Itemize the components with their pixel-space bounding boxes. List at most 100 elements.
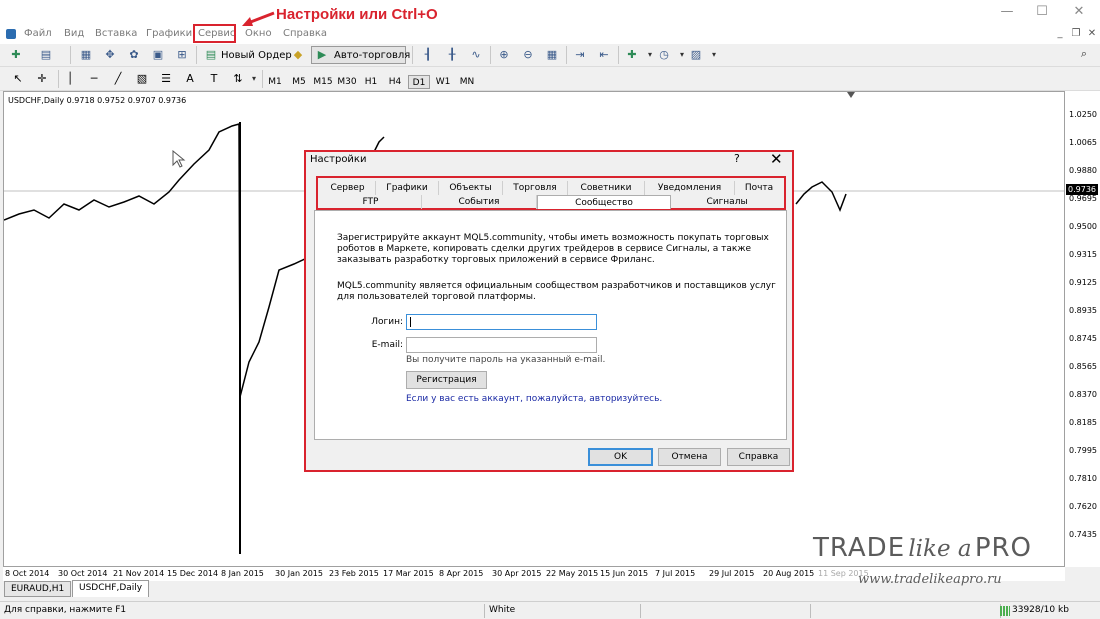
- bar-chart-icon[interactable]: ┨: [420, 47, 436, 63]
- price-tick: 0.7620: [1069, 502, 1097, 511]
- tab-euraud-h1[interactable]: EURAUD,H1: [4, 581, 72, 597]
- community-tab-panel: Зарегистрируйте аккаунт MQL5.community, …: [314, 210, 787, 440]
- mdi-minimize-button[interactable]: _: [1053, 28, 1067, 40]
- search-icon[interactable]: ⌕: [1076, 46, 1092, 62]
- settings-dialog: Настройки ? ✕ Сервер Графики Объекты Тор…: [304, 150, 794, 472]
- arrows-tool-icon[interactable]: ⇅: [230, 71, 246, 87]
- timeframe-m1[interactable]: M1: [264, 75, 286, 89]
- line-chart-icon[interactable]: ∿: [468, 47, 484, 63]
- price-tick: 0.9500: [1069, 222, 1097, 231]
- menu-bar: Файл Вид Вставка Графики Сервис Окно Спр…: [0, 0, 1100, 44]
- menu-window[interactable]: Окно: [245, 28, 272, 39]
- tab-charts[interactable]: Графики: [376, 181, 439, 195]
- annotation-arrow-icon: [242, 11, 275, 26]
- auto-trading-button[interactable]: ▶ Авто-торговля: [311, 46, 410, 64]
- timeframe-h1[interactable]: H1: [360, 75, 382, 89]
- vertical-line-icon[interactable]: │: [62, 71, 78, 87]
- email-hint: Вы получите пароль на указанный e-mail.: [406, 355, 606, 365]
- date-tick: 22 May 2015: [546, 569, 599, 578]
- zoom-out-icon[interactable]: ⊖: [520, 47, 536, 63]
- auto-trading-label: Авто-торговля: [334, 50, 411, 61]
- menu-insert[interactable]: Вставка: [95, 28, 137, 39]
- cancel-button[interactable]: Отмена: [658, 448, 721, 466]
- tab-signals[interactable]: Сигналы: [671, 195, 783, 209]
- drawing-toolbar: ↖ ✛ │ ─ ╱ ▧ ☰ A T ⇅ ▾: [0, 67, 1100, 91]
- cursor-icon[interactable]: ↖: [10, 71, 26, 87]
- trendline-icon[interactable]: ╱: [110, 71, 126, 87]
- timeframe-w1[interactable]: W1: [432, 75, 454, 89]
- date-tick: 15 Jun 2015: [600, 569, 649, 578]
- timeframe-m5[interactable]: M5: [288, 75, 310, 89]
- price-tick: 0.8935: [1069, 306, 1097, 315]
- auto-scroll-icon[interactable]: ⇥: [572, 47, 588, 63]
- data-window-icon[interactable]: ✥: [102, 47, 118, 63]
- fibonacci-icon[interactable]: ☰: [158, 71, 174, 87]
- periods-icon[interactable]: ◷: [656, 47, 672, 63]
- chevron-down-icon[interactable]: ▾: [706, 47, 722, 63]
- mdi-close-button[interactable]: ✕: [1085, 28, 1099, 40]
- indicators-icon[interactable]: ✚: [624, 47, 640, 63]
- tab-email[interactable]: Почта: [735, 181, 783, 195]
- date-tick: 30 Oct 2014: [58, 569, 108, 578]
- profiles-icon[interactable]: ▤: [38, 47, 54, 63]
- auto-trading-icon: ▶: [317, 48, 327, 61]
- date-tick: 8 Jan 2015: [221, 569, 264, 578]
- tab-notifications[interactable]: Уведомления: [645, 181, 735, 195]
- zoom-in-icon[interactable]: ⊕: [496, 47, 512, 63]
- new-order-button[interactable]: Новый Ордер: [221, 50, 292, 61]
- templates-icon[interactable]: ▨: [688, 47, 704, 63]
- terminal-icon[interactable]: ▣: [150, 47, 166, 63]
- crosshair-icon[interactable]: ✛: [34, 71, 50, 87]
- metaeditor-icon[interactable]: ◆: [290, 47, 306, 63]
- status-separator: [484, 604, 485, 618]
- tab-community[interactable]: Сообщество: [537, 195, 671, 209]
- candlestick-icon[interactable]: ╂: [444, 47, 460, 63]
- tab-experts[interactable]: Советники: [568, 181, 645, 195]
- menu-help[interactable]: Справка: [283, 28, 327, 39]
- strategy-tester-icon[interactable]: ⊞: [174, 47, 190, 63]
- new-order-icon[interactable]: ▤: [203, 47, 219, 63]
- window-close-button[interactable]: ✕: [1064, 4, 1094, 22]
- menu-charts[interactable]: Графики: [146, 28, 192, 39]
- window-maximize-button[interactable]: ☐: [1027, 4, 1057, 22]
- watermark-logo: TRADE like a PRO: [813, 533, 1032, 563]
- text-tool-icon[interactable]: A: [182, 71, 198, 87]
- login-input[interactable]: [406, 314, 597, 330]
- tab-events[interactable]: События: [422, 195, 537, 209]
- new-chart-icon[interactable]: ✚: [8, 47, 24, 63]
- timeframe-mn[interactable]: MN: [456, 75, 478, 89]
- status-bar: Для справки, нажмите F1 White 33928/10 k…: [0, 601, 1100, 619]
- chart-shift-icon[interactable]: ⇤: [596, 47, 612, 63]
- tab-ftp[interactable]: FTP: [320, 195, 422, 209]
- dialog-close-button[interactable]: ✕: [770, 150, 783, 168]
- login-link[interactable]: Если у вас есть аккаунт, пожалуйста, авт…: [406, 394, 662, 404]
- tile-windows-icon[interactable]: ▦: [544, 47, 560, 63]
- help-button[interactable]: Справка: [727, 448, 790, 466]
- label-tool-icon[interactable]: T: [206, 71, 222, 87]
- timeframe-d1[interactable]: D1: [408, 75, 430, 89]
- timeframe-h4[interactable]: H4: [384, 75, 406, 89]
- market-watch-icon[interactable]: ▦: [78, 47, 94, 63]
- menu-view[interactable]: Вид: [64, 28, 84, 39]
- mdi-restore-button[interactable]: ❐: [1069, 28, 1083, 40]
- email-input[interactable]: [406, 337, 597, 353]
- timeframe-m15[interactable]: M15: [312, 75, 334, 89]
- tab-server[interactable]: Сервер: [320, 181, 376, 195]
- toolbar-separator: [412, 46, 413, 64]
- register-button[interactable]: Регистрация: [406, 371, 487, 389]
- tab-usdchf-daily[interactable]: USDCHF,Daily: [72, 580, 150, 597]
- horizontal-line-icon[interactable]: ─: [86, 71, 102, 87]
- dialog-help-button[interactable]: ?: [734, 152, 740, 165]
- navigator-icon[interactable]: ✿: [126, 47, 142, 63]
- timeframe-m30[interactable]: M30: [336, 75, 358, 89]
- ok-button[interactable]: OK: [588, 448, 653, 466]
- tab-objects[interactable]: Объекты: [439, 181, 503, 195]
- menu-file[interactable]: Файл: [24, 28, 52, 39]
- toolbar-separator: [196, 46, 197, 64]
- dialog-tabs: Сервер Графики Объекты Торговля Советник…: [316, 176, 786, 210]
- tab-trade[interactable]: Торговля: [503, 181, 568, 195]
- toolbar-separator: [618, 46, 619, 64]
- channel-icon[interactable]: ▧: [134, 71, 150, 87]
- chevron-down-icon[interactable]: ▾: [246, 71, 262, 87]
- window-minimize-button[interactable]: —: [992, 4, 1022, 22]
